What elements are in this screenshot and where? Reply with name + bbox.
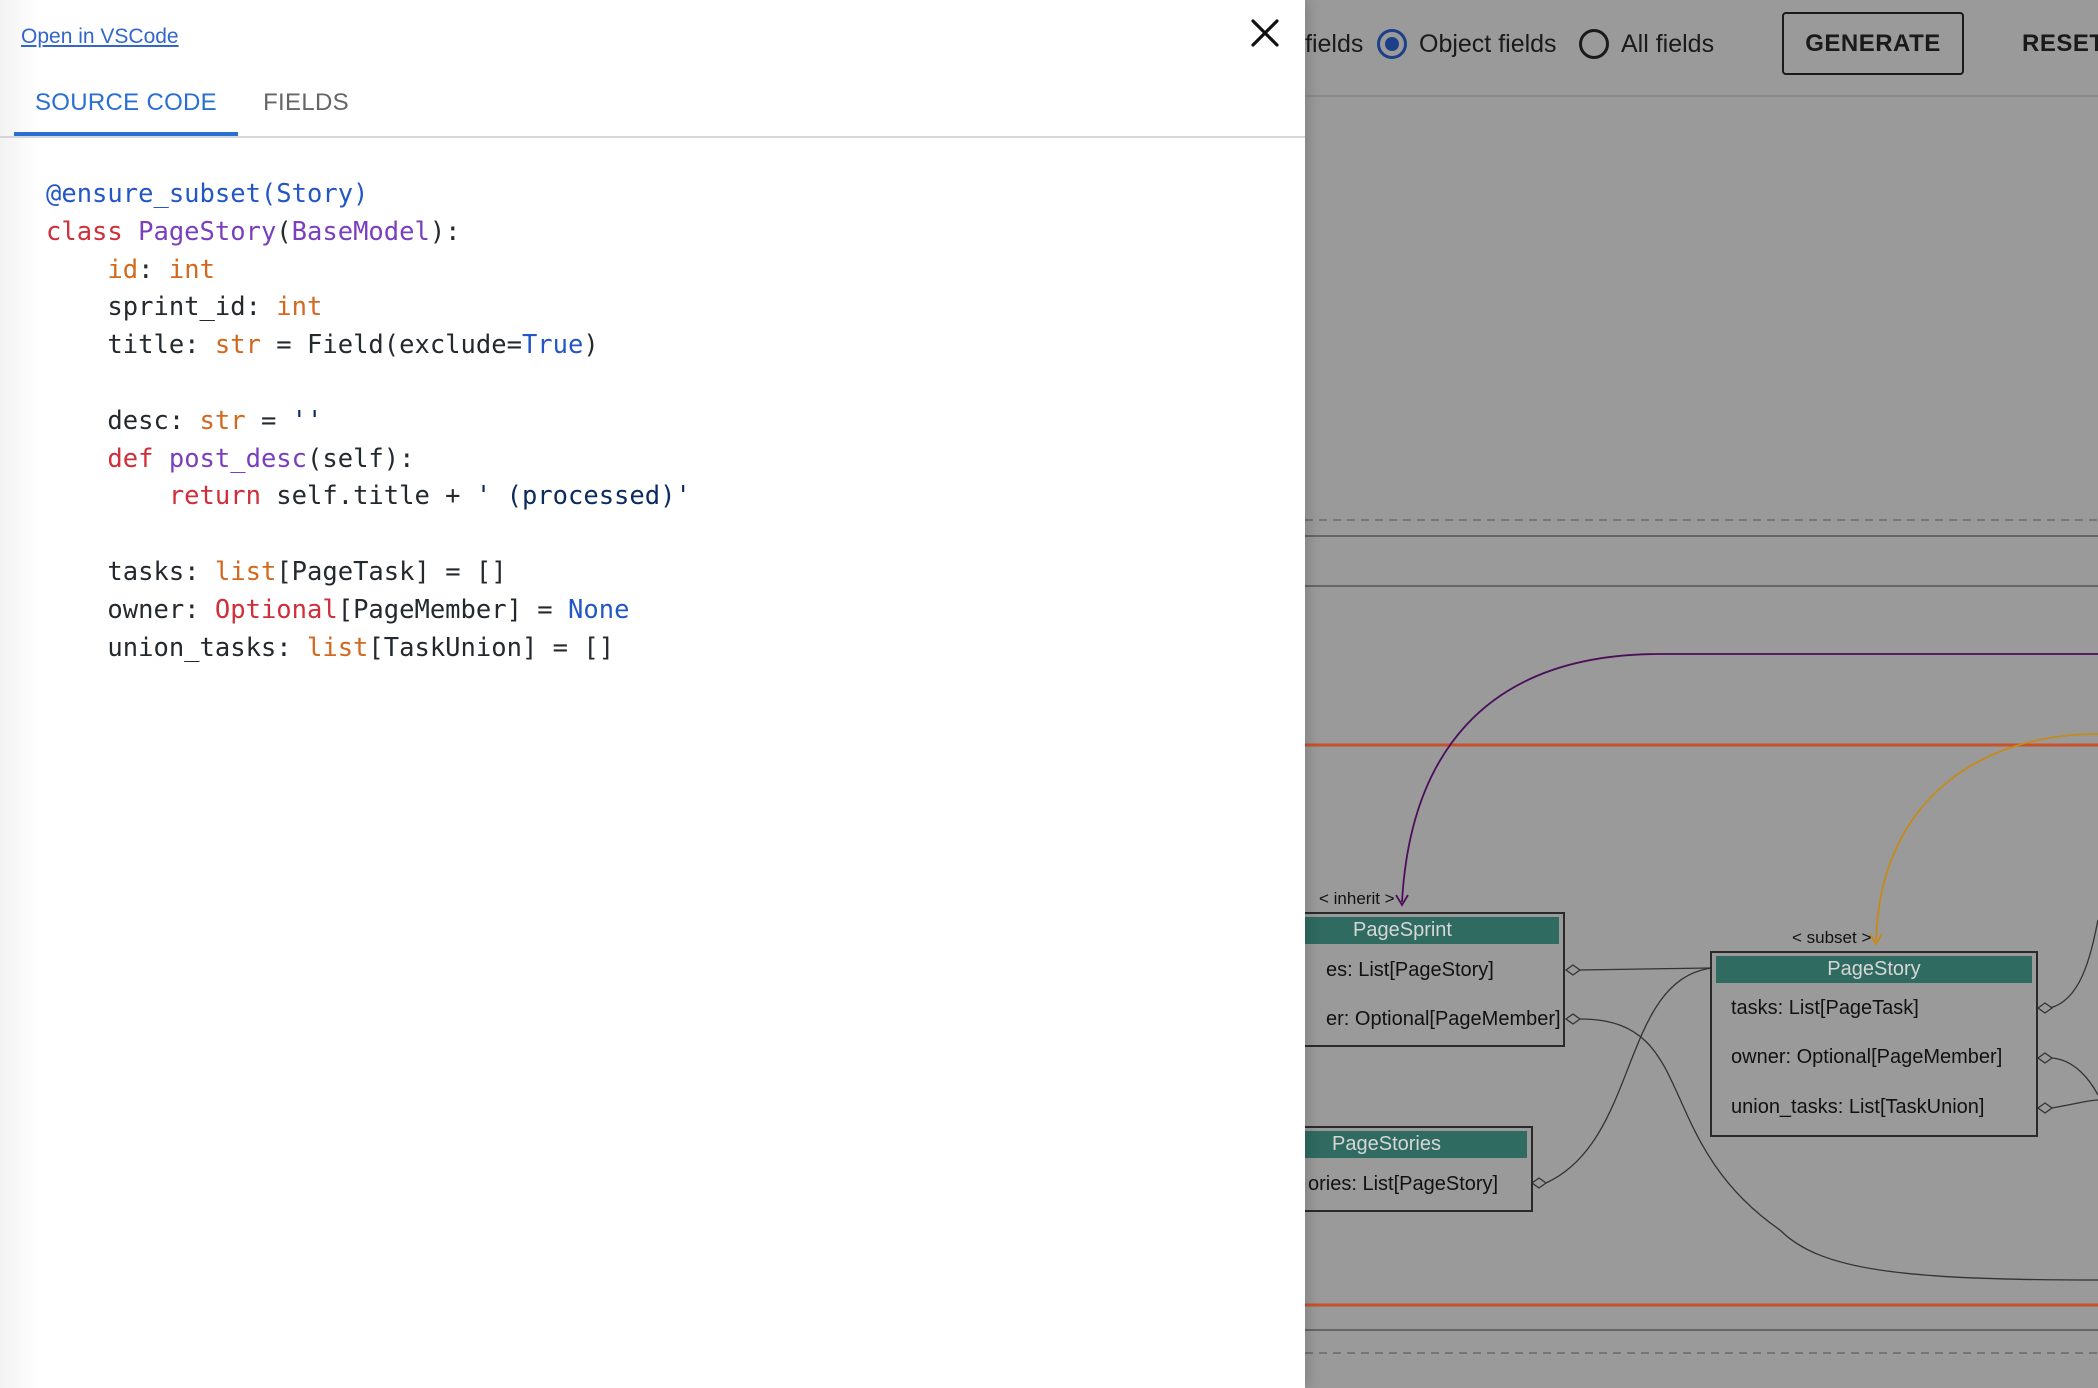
code-line: @ensure_subset(Story) (46, 179, 369, 209)
source-code-drawer: Open in VSCode SOURCE CODE FIELDS @ensur… (0, 0, 1305, 1388)
code-line: id: int (107, 254, 215, 285)
relation-edge (2051, 1057, 2098, 1096)
inherit-edge-label: < inherit > (1319, 889, 1395, 908)
relation-edge (2051, 1099, 2098, 1109)
aggregation-diamond (1530, 1177, 1548, 1189)
aggregation-diamond (1564, 964, 1582, 976)
active-tab-indicator (14, 132, 238, 136)
close-icon (1251, 19, 1279, 47)
open-in-vscode-link[interactable]: Open in VSCode (21, 25, 179, 49)
code-line: desc: str = '' (46, 405, 323, 436)
code-line: union_tasks: list[TaskUnion] = [] (46, 632, 615, 663)
node-title: PageStory (1716, 956, 2032, 983)
code-line: return self.title + ' (processed)' (168, 481, 691, 512)
code-line: sprint_id: int (46, 292, 323, 323)
aggregation-diamond (1564, 1013, 1582, 1025)
aggregation-diamond (2036, 1102, 2054, 1114)
relation-edge (1545, 967, 1713, 1184)
code-line: class PageStory(BaseModel): (46, 216, 461, 247)
code-line: tasks: list[PageTask] = [] (46, 556, 507, 587)
node-field: union_tasks: List[TaskUnion] (1731, 1096, 1985, 1118)
relation-edge (2049, 919, 2098, 1009)
tab-fields[interactable]: FIELDS (238, 70, 374, 136)
subset-edge-label: < subset > (1792, 928, 1872, 947)
node-field: tasks: List[PageTask] (1731, 997, 1919, 1019)
aggregation-diamond (2036, 1052, 2054, 1064)
code-line: def post_desc(self): (107, 443, 415, 474)
inherit-edge (1401, 653, 2098, 903)
aggregation-diamond (2036, 1002, 2054, 1014)
node-field: er: Optional[PageMember] (1326, 1008, 1561, 1030)
relation-edge (1579, 967, 1711, 971)
subset-edge (1875, 733, 2098, 942)
code-line: title: str = Field(exclude=True) (46, 330, 599, 361)
drawer-tabs: SOURCE CODE FIELDS (0, 70, 1305, 138)
close-button[interactable] (1248, 16, 1282, 50)
node-field: owner: Optional[PageMember] (1731, 1046, 2003, 1068)
code-line: owner: Optional[PageMember] = None (46, 594, 630, 625)
tab-source-code[interactable]: SOURCE CODE (14, 70, 238, 136)
node-pagestory[interactable]: PageStory tasks: List[PageTask] owner: O… (1710, 951, 2038, 1137)
source-code-block: @ensure_subset(Story)class PageStory(Bas… (46, 176, 691, 667)
